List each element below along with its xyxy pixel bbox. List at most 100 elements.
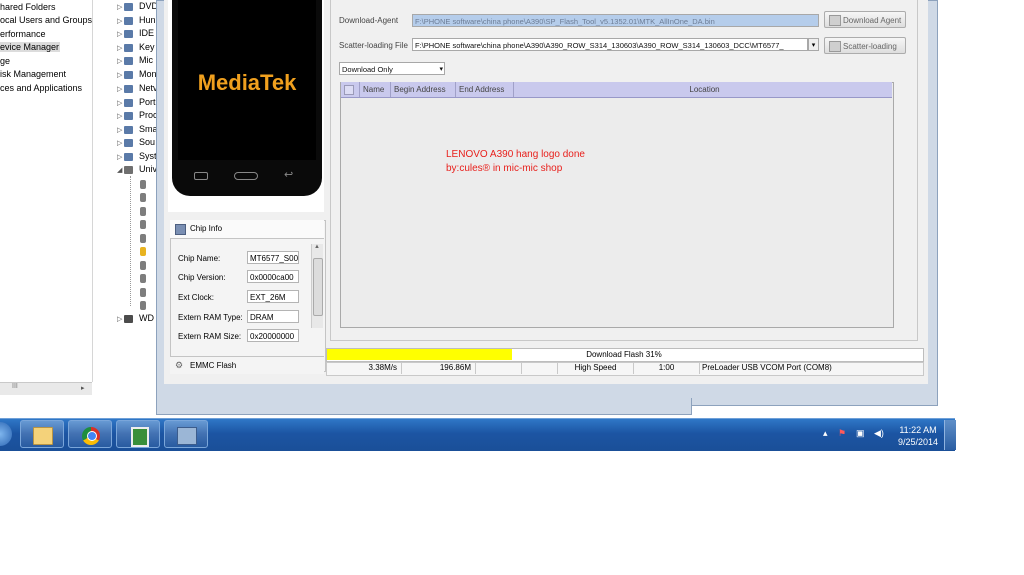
column-end-address[interactable]: End Address — [456, 82, 514, 97]
status-speed: 3.38M/s — [326, 362, 402, 374]
ide-controller-icon — [124, 30, 133, 38]
taskbar-explorer[interactable] — [20, 420, 64, 448]
device-category-hid[interactable]: Hun — [139, 15, 156, 25]
chip-info-header[interactable]: Chip Info — [170, 220, 324, 239]
tree-connector — [130, 176, 132, 306]
emmc-flash-header[interactable]: ⚙ EMMC Flash — [170, 356, 324, 374]
ext-clock-label: Ext Clock: — [178, 293, 215, 302]
scroll-up-icon[interactable]: ▲ — [314, 244, 320, 250]
tree-item-services[interactable]: ces and Applications — [0, 83, 82, 93]
tree-item-local-users[interactable]: ocal Users and Groups — [0, 15, 92, 25]
expand-icon[interactable]: ▷ — [117, 153, 122, 161]
usb-device-icon[interactable] — [140, 288, 146, 297]
device-category-ports[interactable]: Port — [139, 97, 156, 107]
network-admin-icon — [177, 427, 197, 445]
hid-icon — [124, 17, 133, 25]
device-category-network[interactable]: Netv — [139, 83, 158, 93]
scatter-loading-button[interactable]: Scatter-loading — [824, 37, 906, 54]
chip-info-scrollbar[interactable]: ▲ — [311, 244, 323, 328]
expand-icon[interactable]: ▷ — [117, 126, 122, 134]
expand-icon[interactable]: ▷ — [117, 44, 122, 52]
collapse-icon[interactable]: ◢ — [117, 166, 122, 174]
device-category-smart-card[interactable]: Sma — [139, 124, 158, 134]
warning-icon[interactable] — [140, 247, 146, 256]
phone-menu-key-icon — [194, 172, 208, 180]
expand-icon[interactable]: ▷ — [117, 139, 122, 147]
download-agent-button-label: Download Agent — [843, 16, 902, 25]
tree-item-shared-folders[interactable]: hared Folders — [0, 2, 56, 12]
device-category-wd[interactable]: WD — [139, 313, 154, 323]
column-name[interactable]: Name — [360, 82, 391, 97]
download-agent-field[interactable]: F:\PHONE software\china phone\A390\SP_Fl… — [412, 14, 819, 27]
tree-item-storage[interactable]: ge — [0, 56, 10, 66]
usb-device-icon[interactable] — [140, 234, 146, 243]
status-blank — [476, 362, 522, 374]
taskbar-chrome[interactable] — [68, 420, 112, 448]
usb-device-icon[interactable] — [140, 301, 146, 310]
chevron-down-icon[interactable]: ▾ — [808, 38, 819, 51]
horizontal-scrollbar[interactable]: III ▸ — [0, 382, 92, 395]
scroll-right-icon[interactable]: ▸ — [81, 384, 85, 392]
expand-icon[interactable]: ▷ — [117, 112, 122, 120]
emmc-flash-label: EMMC Flash — [190, 361, 237, 370]
usb-device-icon[interactable] — [140, 274, 146, 283]
mediatek-logo: MediaTek — [197, 70, 297, 95]
mouse-icon — [124, 57, 133, 65]
device-category-sound[interactable]: Sou — [139, 137, 155, 147]
expand-icon[interactable]: ▷ — [117, 85, 122, 93]
clock[interactable]: 11:22 AM 9/25/2014 — [888, 424, 948, 448]
device-category-usb[interactable]: Univ — [139, 164, 157, 174]
show-hidden-icons-icon[interactable]: ▴ — [823, 428, 828, 439]
usb-controller-icon — [124, 166, 133, 174]
status-size: 196.86M — [402, 362, 476, 374]
chip-version-value: 0x0000ca00 — [247, 270, 299, 283]
ram-size-value: 0x20000000 — [247, 329, 299, 342]
status-elapsed-time: 1:00 — [634, 362, 700, 374]
device-category-mice[interactable]: Mic — [139, 55, 153, 65]
tree-item-disk-management[interactable]: isk Management — [0, 69, 66, 79]
expand-icon[interactable]: ▷ — [117, 30, 122, 38]
tree-item-device-manager[interactable]: evice Manager — [0, 42, 60, 52]
explorer-icon — [33, 427, 53, 445]
port-icon — [124, 99, 133, 107]
usb-device-icon[interactable] — [140, 220, 146, 229]
expand-icon[interactable]: ▷ — [117, 3, 122, 11]
mode-select[interactable]: Download Only ▾ — [339, 62, 445, 75]
device-category-keyboards[interactable]: Key — [139, 42, 155, 52]
expand-icon[interactable]: ▷ — [117, 17, 122, 25]
usb-device-icon[interactable] — [140, 180, 146, 189]
ram-type-value: DRAM — [247, 310, 299, 323]
device-tree-items: ▷ DVD ▷ Hun ▷ IDE ▷ Key ▷ Mic ▷ Mon ▷ Ne… — [93, 0, 158, 382]
clock-date: 9/25/2014 — [897, 437, 939, 447]
device-category-ide[interactable]: IDE — [139, 28, 154, 38]
download-agent-label: Download-Agent — [339, 16, 399, 25]
action-center-icon[interactable]: ⚑ — [838, 428, 846, 439]
usb-device-icon[interactable] — [140, 193, 146, 202]
folder-icon — [829, 15, 841, 26]
column-begin-address[interactable]: Begin Address — [391, 82, 456, 97]
usb-device-icon[interactable] — [140, 207, 146, 216]
scatter-file-field[interactable]: F:\PHONE software\china phone\A390\A390_… — [412, 38, 808, 51]
taskbar-network-admin[interactable] — [164, 420, 208, 448]
download-agent-button[interactable]: Download Agent — [824, 11, 906, 28]
scrollbar-thumb[interactable] — [313, 258, 323, 316]
smart-card-icon — [124, 126, 133, 134]
device-category-processors[interactable]: Proc — [139, 110, 158, 120]
volume-icon[interactable]: ◀) — [874, 428, 884, 439]
chip-version-label: Chip Version: — [178, 273, 226, 282]
expand-icon[interactable]: ▷ — [117, 315, 122, 323]
network-icon[interactable]: ▣ — [856, 428, 865, 439]
select-all-checkbox[interactable] — [341, 82, 360, 97]
window-frame-edge — [156, 398, 692, 415]
expand-icon[interactable]: ▷ — [117, 57, 122, 65]
show-desktop-button[interactable] — [944, 420, 956, 450]
column-location[interactable]: Location — [514, 82, 892, 97]
expand-icon[interactable]: ▷ — [117, 71, 122, 79]
expand-icon[interactable]: ▷ — [117, 99, 122, 107]
device-category-monitors[interactable]: Mon — [139, 69, 157, 79]
partition-table — [340, 82, 894, 328]
usb-device-icon[interactable] — [140, 261, 146, 270]
device-category-system[interactable]: Syst — [139, 151, 157, 161]
tree-item-performance[interactable]: erformance — [0, 29, 46, 39]
taskbar-flash-tool[interactable] — [116, 420, 160, 448]
